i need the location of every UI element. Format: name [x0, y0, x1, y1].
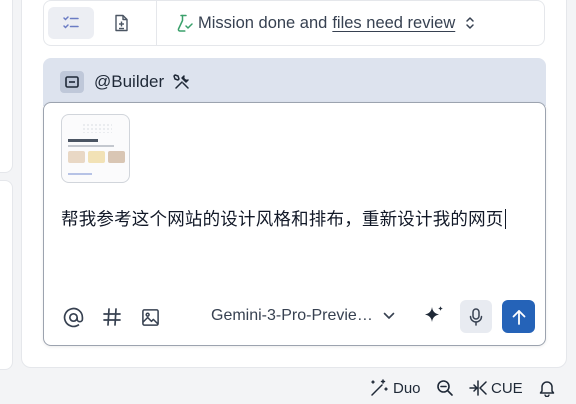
- terminal-box-icon: [65, 76, 79, 88]
- prompt-text: 帮我参考这个网站的设计风格和排布，重新设计我的网页: [61, 210, 504, 230]
- toolbar-divider: [156, 0, 157, 46]
- status-bar: Duo CUE: [0, 374, 576, 404]
- left-panel-top: [0, 0, 13, 173]
- chevron-down-icon: [383, 312, 395, 319]
- duo-label: Duo: [393, 379, 421, 397]
- composer-toolbar: Gemini-3-Pro-Previe…: [44, 299, 545, 335]
- cue-button[interactable]: CUE: [469, 379, 523, 397]
- duo-wand-icon: [371, 379, 388, 396]
- image-icon[interactable]: [138, 305, 162, 329]
- message-composer[interactable]: 帮我参考这个网站的设计风格和排布，重新设计我的网页 Gemini-3-Pro-P…: [43, 102, 546, 346]
- cue-icon: [469, 380, 487, 396]
- model-name: Gemini-3-Pro-Previe…: [211, 307, 373, 324]
- document-icon: [114, 14, 128, 32]
- duo-button[interactable]: Duo: [369, 379, 421, 397]
- attached-screenshot-thumbnail[interactable]: [61, 114, 130, 183]
- left-panel-bottom: [0, 180, 13, 370]
- tools-icon[interactable]: [173, 73, 191, 91]
- mission-prefix: Mission done and: [198, 13, 328, 32]
- prompt-input[interactable]: 帮我参考这个网站的设计风格和排布，重新设计我的网页: [61, 206, 506, 231]
- sparkle-icon[interactable]: [422, 304, 446, 333]
- hash-icon[interactable]: [100, 305, 124, 329]
- composer-header: @Builder: [43, 58, 546, 106]
- at-sign-icon[interactable]: [61, 305, 85, 329]
- text-caret: [504, 209, 506, 229]
- bell-icon[interactable]: [539, 379, 555, 397]
- builder-avatar: [60, 71, 84, 93]
- mission-status[interactable]: Mission done and files need review: [177, 14, 475, 33]
- send-button[interactable]: [502, 300, 535, 333]
- files-review-link[interactable]: files need review: [332, 14, 455, 33]
- agent-name: @Builder: [94, 72, 165, 91]
- cue-label: CUE: [491, 379, 523, 397]
- checklist-button[interactable]: [48, 7, 94, 39]
- microphone-button[interactable]: [460, 300, 492, 333]
- task-status-bar: Mission done and files need review: [43, 0, 545, 46]
- document-button[interactable]: [98, 7, 144, 39]
- model-selector[interactable]: Gemini-3-Pro-Previe…: [211, 307, 395, 325]
- flask-check-icon: [177, 14, 193, 32]
- checklist-icon: [63, 16, 79, 29]
- chevron-updown-icon: [466, 17, 474, 29]
- arrow-up-icon: [512, 309, 525, 325]
- microphone-icon: [469, 307, 483, 326]
- zoom-out-icon[interactable]: [436, 379, 454, 397]
